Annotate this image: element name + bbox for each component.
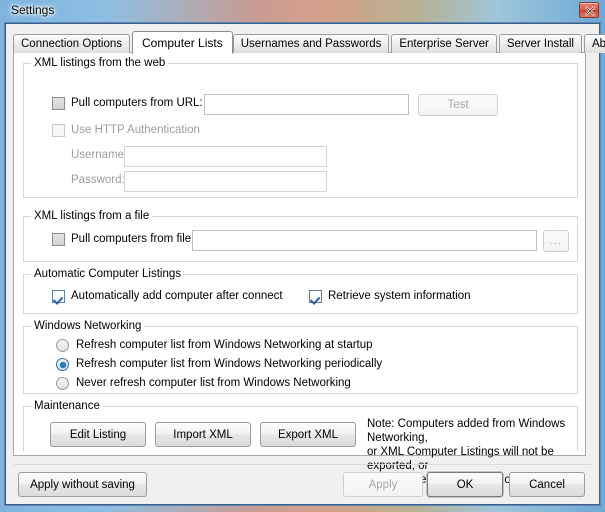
import-xml-button[interactable]: Import XML	[155, 422, 251, 447]
settings-window: Settings Connection Options Computer Lis…	[0, 0, 605, 512]
tab-server-install[interactable]: Server Install	[498, 34, 582, 53]
window-title: Settings	[11, 3, 55, 17]
windows-networking-group: Windows Networking Refresh computer list…	[23, 320, 578, 394]
retrieve-system-information-label: Retrieve system information	[328, 290, 471, 302]
pull-computers-from-file-label: Pull computers from file:	[71, 233, 195, 245]
pull-computers-from-url-checkbox[interactable]	[52, 97, 65, 110]
password-input[interactable]	[124, 171, 327, 192]
tab-strip: Connection Options Computer Lists Userna…	[13, 31, 605, 54]
automatic-listings-group-legend: Automatic Computer Listings	[31, 268, 185, 280]
maintenance-group: Maintenance Edit Listing Import XML Expo…	[23, 400, 578, 486]
automatic-computer-listings-group: Automatic Computer Listings Automaticall…	[23, 268, 578, 314]
radio-never-refresh-label: Never refresh computer list from Windows…	[76, 377, 351, 389]
close-icon[interactable]	[579, 2, 599, 18]
maintenance-group-legend: Maintenance	[31, 400, 103, 412]
tab-about[interactable]: About	[583, 34, 605, 53]
export-xml-button[interactable]: Export XML	[260, 422, 356, 447]
retrieve-system-information-checkbox[interactable]	[309, 290, 322, 303]
tab-connection-options[interactable]: Connection Options	[13, 34, 131, 53]
password-label: Password:	[71, 174, 125, 186]
tab-usernames-and-passwords[interactable]: Usernames and Passwords	[232, 34, 390, 53]
tab-enterprise-server[interactable]: Enterprise Server	[391, 34, 497, 53]
use-http-authentication-label: Use HTTP Authentication	[71, 124, 200, 136]
username-label: Username:	[71, 149, 128, 161]
radio-never-refresh[interactable]	[56, 377, 69, 390]
radio-refresh-periodically-label: Refresh computer list from Windows Netwo…	[76, 358, 383, 370]
xml-listings-from-web-group: XML listings from the web Pull computers…	[23, 57, 578, 198]
file-path-input[interactable]	[192, 230, 537, 251]
footer-divider	[14, 464, 591, 465]
pull-computers-from-file-checkbox[interactable]	[52, 233, 65, 246]
url-input[interactable]	[204, 94, 409, 115]
apply-button[interactable]: Apply	[343, 472, 423, 497]
ok-button[interactable]: OK	[427, 472, 503, 497]
radio-refresh-at-startup-label: Refresh computer list from Windows Netwo…	[76, 339, 373, 351]
xml-listings-from-file-group: XML listings from a file Pull computers …	[23, 210, 578, 262]
automatically-add-computer-checkbox[interactable]	[52, 290, 65, 303]
radio-refresh-at-startup[interactable]	[56, 339, 69, 352]
title-bar: Settings	[0, 0, 605, 23]
apply-without-saving-button[interactable]: Apply without saving	[18, 472, 147, 497]
tab-computer-lists[interactable]: Computer Lists	[132, 31, 233, 54]
cancel-button[interactable]: Cancel	[509, 472, 585, 497]
use-http-authentication-checkbox[interactable]	[52, 124, 65, 137]
test-button[interactable]: Test	[418, 94, 498, 116]
pull-computers-from-url-label: Pull computers from URL:	[71, 97, 203, 109]
automatically-add-computer-label: Automatically add computer after connect	[71, 290, 283, 302]
browse-file-button[interactable]: ...	[543, 230, 569, 252]
xml-web-group-legend: XML listings from the web	[31, 57, 169, 69]
xml-file-group-legend: XML listings from a file	[31, 210, 153, 222]
radio-refresh-periodically[interactable]	[56, 358, 69, 371]
edit-listing-button[interactable]: Edit Listing	[50, 422, 146, 447]
windows-networking-group-legend: Windows Networking	[31, 320, 145, 332]
computer-lists-tab-page: XML listings from the web Pull computers…	[13, 52, 586, 486]
username-input[interactable]	[124, 146, 327, 167]
